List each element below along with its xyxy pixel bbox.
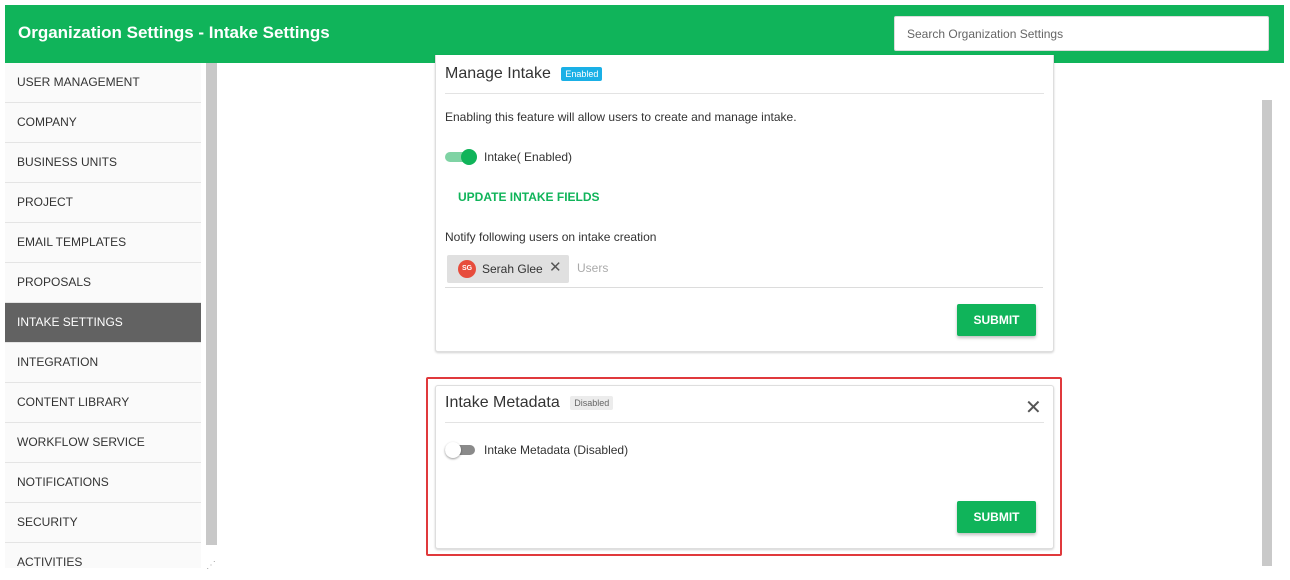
sidebar-item-content-library[interactable]: CONTENT LIBRARY <box>5 383 201 423</box>
manage-intake-title: Manage Intake <box>445 65 551 82</box>
sidebar-item-email-templates[interactable]: EMAIL TEMPLATES <box>5 223 201 263</box>
notify-users-label: Notify following users on intake creatio… <box>445 230 657 244</box>
sidebar-item-notifications[interactable]: NOTIFICATIONS <box>5 463 201 503</box>
search-input[interactable] <box>895 17 1268 50</box>
sidebar-item-workflow-service[interactable]: WORKFLOW SERVICE <box>5 423 201 463</box>
close-icon[interactable]: ✕ <box>549 260 562 276</box>
update-intake-fields-button[interactable]: UPDATE INTAKE FIELDS <box>458 190 600 204</box>
sidebar-item-company[interactable]: COMPANY <box>5 103 201 143</box>
sidebar-item-intake-settings[interactable]: INTAKE SETTINGS <box>5 303 201 343</box>
intake-toggle-label: Intake( Enabled) <box>484 150 573 164</box>
users-input[interactable] <box>575 260 779 276</box>
highlight-box <box>426 377 1062 556</box>
sidebar-item-integration[interactable]: INTEGRATION <box>5 343 201 383</box>
manage-intake-description: Enabling this feature will allow users t… <box>445 110 797 124</box>
user-chip-name: Serah Glee <box>482 262 543 276</box>
sidebar-item-proposals[interactable]: PROPOSALS <box>5 263 201 303</box>
user-chip: SG Serah Glee ✕ <box>447 255 569 283</box>
sidebar-item-project[interactable]: PROJECT <box>5 183 201 223</box>
enabled-badge: Enabled <box>561 67 603 81</box>
resize-grip-icon[interactable]: ⋰ <box>206 560 216 571</box>
manage-intake-card: Manage Intake Enabled Enabling this feat… <box>435 55 1054 352</box>
sidebar-item-security[interactable]: SECURITY <box>5 503 201 543</box>
manage-intake-header: Manage Intake Enabled <box>445 65 1044 94</box>
avatar: SG <box>458 260 476 278</box>
intake-toggle[interactable] <box>445 149 479 165</box>
users-chip-input[interactable]: SG Serah Glee ✕ <box>445 255 1043 288</box>
manage-intake-submit-button[interactable]: SUBMIT <box>957 304 1036 336</box>
sidebar-scrollbar[interactable] <box>206 63 217 545</box>
sidebar-item-activities[interactable]: ACTIVITIES <box>5 543 201 568</box>
page-title: Organization Settings - Intake Settings <box>18 23 330 42</box>
toggle-knob <box>461 149 477 165</box>
search-box[interactable] <box>894 16 1269 51</box>
main-scrollbar[interactable] <box>1262 100 1272 566</box>
sidebar-item-user-management[interactable]: USER MANAGEMENT <box>5 63 201 103</box>
sidebar-item-business-units[interactable]: BUSINESS UNITS <box>5 143 201 183</box>
sidebar: USER MANAGEMENT COMPANY BUSINESS UNITS P… <box>5 63 201 568</box>
